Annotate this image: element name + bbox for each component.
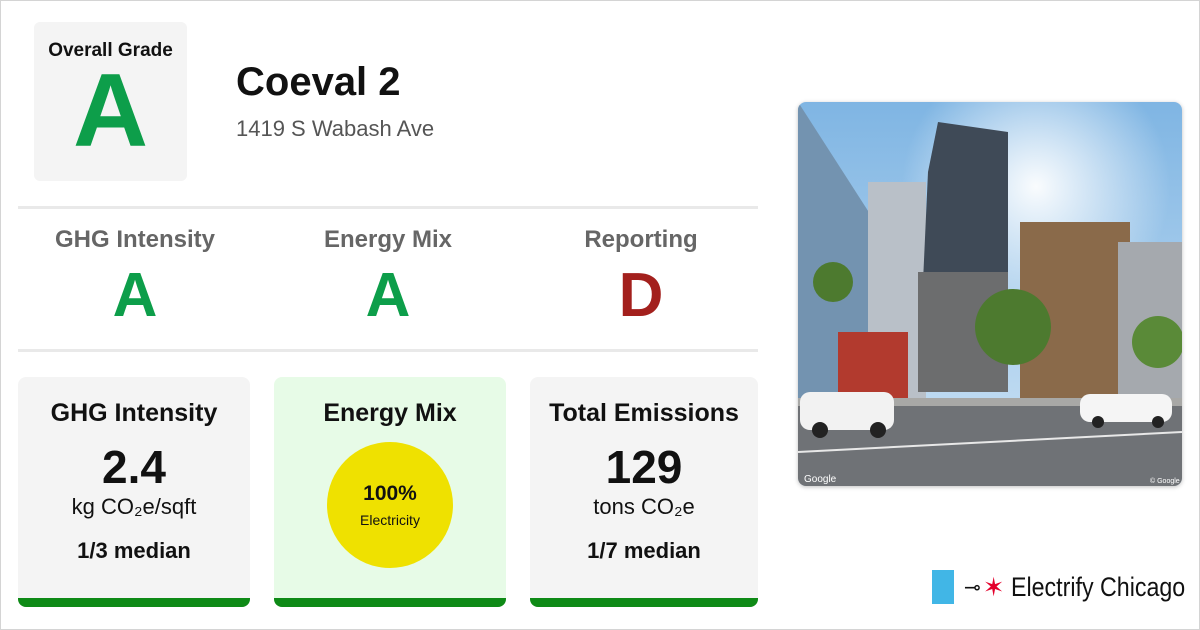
total-emissions-median: 1/7 median bbox=[587, 538, 701, 563]
card-accent-bar bbox=[274, 598, 506, 607]
chicago-flag-stripe-icon bbox=[932, 570, 954, 604]
card-title: Total Emissions bbox=[549, 399, 739, 427]
grade-letter: A bbox=[112, 261, 158, 330]
plug-icon: ⊸ bbox=[964, 576, 981, 599]
photo-credit-left: Google bbox=[804, 474, 837, 485]
ghg-intensity-card: GHG Intensity 2.4 kg CO₂e/sqft 1/3 media… bbox=[18, 377, 250, 607]
grade-letter: A bbox=[365, 261, 411, 330]
energy-mix-circle: 100% Electricity bbox=[327, 442, 453, 568]
grade-title: Energy Mix bbox=[323, 226, 453, 253]
energy-mix-source: Electricity bbox=[360, 512, 420, 528]
card-accent-bar bbox=[530, 598, 758, 607]
total-emissions-unit: tons CO₂e bbox=[593, 494, 695, 519]
total-emissions-card: Total Emissions 129 tons CO₂e 1/7 median bbox=[530, 377, 758, 607]
electrify-chicago-logo[interactable]: ⊸ ✶ Electrify Chicago bbox=[932, 570, 1200, 604]
total-emissions-value: 129 bbox=[605, 441, 683, 493]
building-name: Coeval 2 bbox=[236, 60, 401, 104]
energy-mix-grade: Energy Mix A bbox=[265, 226, 511, 330]
ghg-intensity-unit: kg CO₂e/sqft bbox=[71, 494, 197, 519]
ghg-intensity-median: 1/3 median bbox=[77, 538, 191, 563]
grade-title: GHG Intensity bbox=[54, 226, 216, 253]
grade-title: Reporting bbox=[584, 226, 698, 253]
energy-mix-card: Energy Mix 100% Electricity bbox=[274, 377, 506, 607]
overall-grade-letter: A bbox=[72, 53, 149, 169]
card-accent-bar bbox=[18, 598, 250, 607]
building-photo: Google © Google bbox=[798, 102, 1182, 486]
overall-grade-box: Overall Grade A bbox=[34, 22, 187, 181]
ghg-intensity-grade: GHG Intensity A bbox=[12, 226, 258, 330]
grade-letter: D bbox=[618, 261, 664, 330]
card-title: Energy Mix bbox=[323, 399, 457, 427]
divider bbox=[18, 206, 758, 209]
ghg-intensity-value: 2.4 bbox=[102, 441, 166, 493]
reporting-grade: Reporting D bbox=[518, 226, 764, 330]
divider bbox=[18, 349, 758, 352]
card-title: GHG Intensity bbox=[50, 399, 218, 427]
photo-credit-right: © Google bbox=[1150, 477, 1180, 485]
brand-name: Electrify Chicago bbox=[1010, 571, 1185, 602]
chicago-star-icon: ✶ bbox=[982, 572, 1005, 602]
energy-mix-percent: 100% bbox=[363, 482, 417, 505]
building-address: 1419 S Wabash Ave bbox=[236, 116, 435, 141]
